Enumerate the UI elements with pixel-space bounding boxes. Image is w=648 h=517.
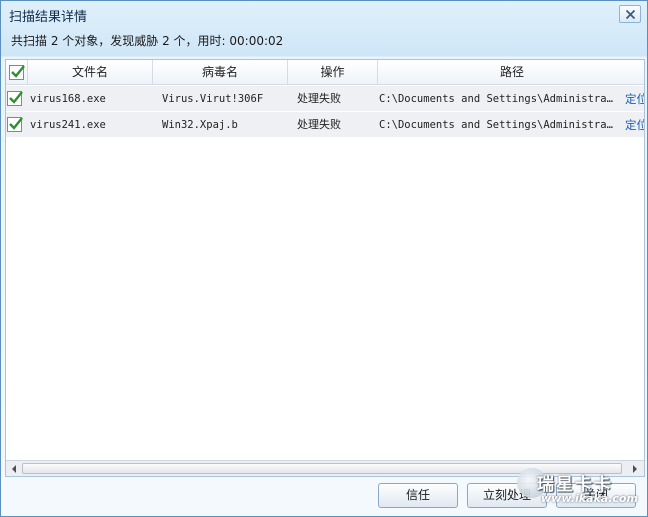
row-locate-link[interactable]: 定位: [625, 86, 644, 112]
table-row[interactable]: virus241.exe Win32.Xpaj.b 处理失败 C:\Docume…: [6, 112, 644, 138]
checkmark-icon: [11, 65, 25, 78]
row-checkbox[interactable]: [7, 91, 23, 106]
row-filename: virus241.exe: [30, 119, 106, 131]
select-all-column: [6, 60, 28, 85]
table-body: virus168.exe Virus.Virut!306F 处理失败 C:\Do…: [6, 86, 644, 138]
column-header-filename[interactable]: 文件名: [28, 60, 153, 85]
scroll-left-button[interactable]: [7, 462, 21, 475]
table-row[interactable]: virus168.exe Virus.Virut!306F 处理失败 C:\Do…: [6, 86, 644, 112]
row-action: 处理失败: [297, 92, 341, 105]
watermark-logo: 瑞星卡卡 www.ikaka.com: [517, 468, 647, 516]
row-filename: virus168.exe: [30, 93, 106, 105]
row-virus-name: Win32.Xpaj.b: [162, 119, 238, 131]
title-bar: 扫描结果详情: [1, 1, 647, 27]
table-header: 文件名 病毒名 操作 路径: [6, 60, 644, 85]
column-header-action[interactable]: 操作: [288, 60, 378, 85]
scan-result-dialog: 扫描结果详情 共扫描 2 个对象，发现威胁 2 个，用时: 00:00:02 文…: [0, 0, 648, 517]
row-checkbox[interactable]: [7, 117, 23, 132]
column-header-virus[interactable]: 病毒名: [153, 60, 288, 85]
row-path: C:\Documents and Settings\Administra…: [379, 119, 613, 131]
row-path: C:\Documents and Settings\Administra…: [379, 93, 613, 105]
trust-button[interactable]: 信任: [378, 483, 458, 508]
close-icon: [625, 9, 635, 19]
checkmark-icon: [9, 117, 23, 130]
scan-summary: 共扫描 2 个对象，发现威胁 2 个，用时: 00:00:02: [11, 34, 284, 48]
watermark-url: www.ikaka.com: [541, 492, 638, 505]
row-locate-link[interactable]: 定位: [625, 112, 644, 138]
row-virus-name: Virus.Virut!306F: [162, 93, 264, 105]
column-header-path[interactable]: 路径: [378, 60, 644, 85]
close-button[interactable]: [619, 5, 641, 23]
row-action: 处理失败: [297, 118, 341, 131]
select-all-checkbox[interactable]: [9, 65, 25, 80]
checkmark-icon: [9, 91, 23, 104]
dialog-title: 扫描结果详情: [9, 10, 88, 25]
results-table: 文件名 病毒名 操作 路径 virus168.exe Virus.Virut!3…: [5, 59, 645, 477]
arrow-left-icon: [12, 464, 16, 473]
